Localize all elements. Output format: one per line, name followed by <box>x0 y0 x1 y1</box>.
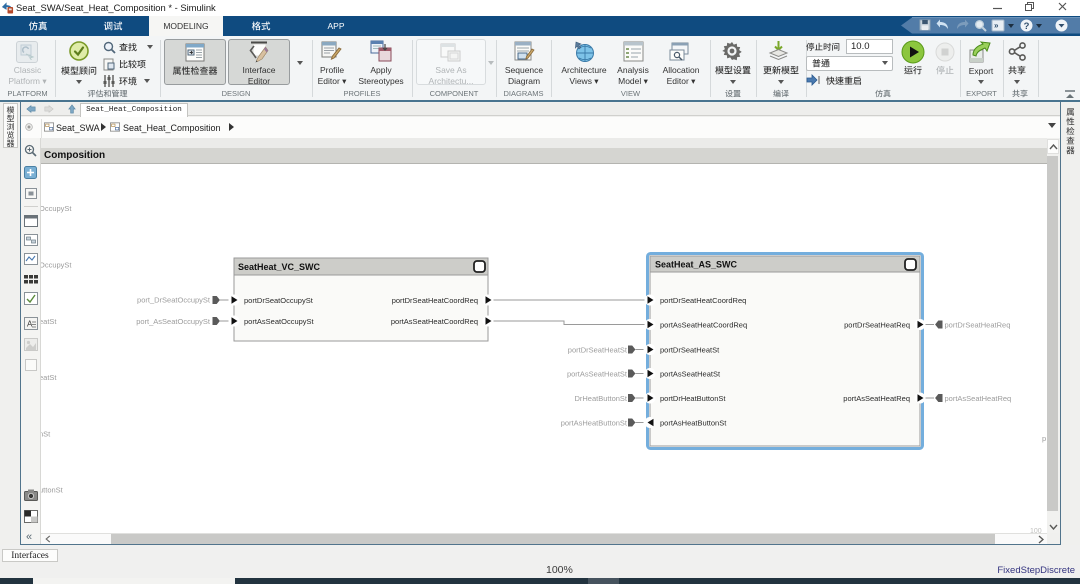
svg-text:portDrSeatHeatCoordReq: portDrSeatHeatCoordReq <box>660 296 746 305</box>
svg-text:SeatHeat_VC_SWC: SeatHeat_VC_SWC <box>238 262 321 272</box>
svg-text:portAsSeatOccupySt: portAsSeatOccupySt <box>244 317 315 326</box>
svg-text:portAsSeatHeatSt: portAsSeatHeatSt <box>567 370 628 379</box>
svg-text:portDrSeatHeatCoordReq: portDrSeatHeatCoordReq <box>392 296 478 305</box>
svg-text:portAsSeatHeatReq: portAsSeatHeatReq <box>843 394 910 403</box>
svg-text:nSt: nSt <box>41 429 51 438</box>
svg-text:DrHeatButtonSt: DrHeatButtonSt <box>574 394 627 403</box>
svg-text:OccupySt: OccupySt <box>41 204 72 213</box>
svg-text:portDrHeatButtonSt: portDrHeatButtonSt <box>660 394 726 403</box>
svg-text:portDrSeatHeatReq: portDrSeatHeatReq <box>844 321 910 330</box>
svg-text:port_DrSeatOccupySt: port_DrSeatOccupySt <box>137 296 211 305</box>
svg-text:portDrSeatHeatReq: portDrSeatHeatReq <box>945 321 1011 330</box>
svg-text:eatSt: eatSt <box>41 373 57 382</box>
svg-text:SeatHeat_AS_SWC: SeatHeat_AS_SWC <box>655 260 738 270</box>
svg-text:portAsSeatHeatCoordReq: portAsSeatHeatCoordReq <box>391 317 478 326</box>
svg-text:eatSt: eatSt <box>41 317 57 326</box>
svg-text:portDrSeatOccupySt: portDrSeatOccupySt <box>244 296 314 305</box>
svg-text:uttonSt: uttonSt <box>41 486 64 495</box>
svg-text:portAsHeatButtonSt: portAsHeatButtonSt <box>561 419 628 428</box>
svg-text:portAsHeatButtonSt: portAsHeatButtonSt <box>660 419 727 428</box>
svg-text:portDrSeatHeatSt: portDrSeatHeatSt <box>660 346 720 355</box>
svg-text:portDrSeatHeatSt: portDrSeatHeatSt <box>568 346 628 355</box>
svg-text:portAsSeatHeatReq: portAsSeatHeatReq <box>945 394 1012 403</box>
svg-text:»: » <box>994 21 999 30</box>
svg-text:p: p <box>1042 434 1046 443</box>
svg-text:portAsSeatHeatSt: portAsSeatHeatSt <box>660 370 721 379</box>
svg-text:portAsSeatHeatCoordReq: portAsSeatHeatCoordReq <box>660 321 747 330</box>
svg-text:?: ? <box>1024 21 1030 32</box>
svg-text:OccupySt: OccupySt <box>41 261 72 270</box>
svg-text:port_AsSeatOccupySt: port_AsSeatOccupySt <box>136 317 211 326</box>
